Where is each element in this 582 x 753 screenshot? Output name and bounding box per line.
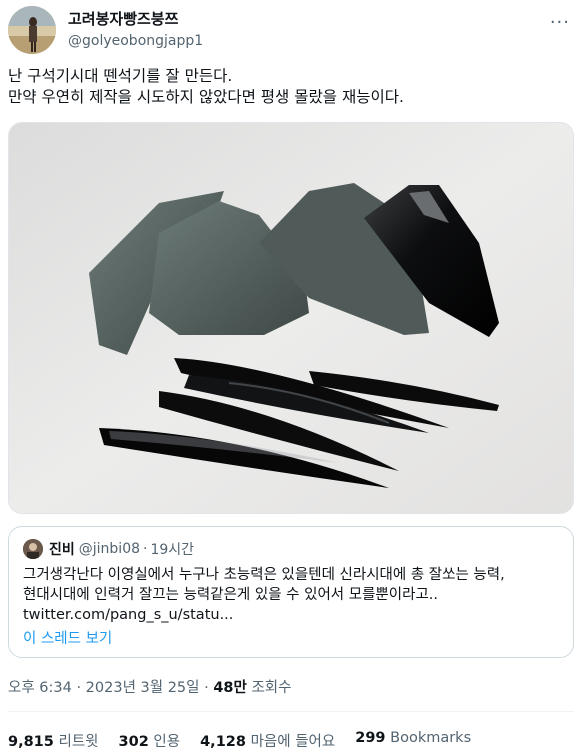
quotes-count: 302 [118, 734, 149, 750]
quote-separator: · [143, 541, 148, 557]
quote-text-line: 현대시대에 인력거 잘끄는 능력같은게 있을 수 있어서 모를뿐이라고.. [23, 587, 438, 603]
tweet-header: 고려봉자빵즈붕쯔 @golyeobongjapp1 ··· [8, 6, 574, 56]
tweet-text-line: 난 구석기시대 뗀석기를 잘 만든다. [8, 67, 233, 85]
quotes-label: 인용 [148, 734, 181, 750]
stone-tools-image [9, 123, 573, 513]
quotes-stat[interactable]: 302 인용 [119, 730, 181, 751]
retweets-label: 리트윗 [53, 734, 99, 750]
quote-avatar [23, 539, 43, 559]
quote-text-line: twitter.com/pang_s_u/statu... [23, 607, 234, 623]
quote-author-handle: @jinbi08 [78, 541, 141, 557]
likes-label: 마음에 들어요 [245, 734, 336, 750]
engagement-stats: 9,815 리트윗 302 인용 4,128 마음에 들어요 299 Bookm… [8, 730, 491, 751]
likes-stat[interactable]: 4,128 마음에 들어요 [200, 730, 335, 751]
tweet-timestamp: 오후 6:34 · 2023년 3월 25일 · 48만 조회수 [8, 676, 292, 697]
quote-tweet[interactable]: 진비 @jinbi08 · 19시간 그거생각난다 이영실에서 누구나 초능력은… [8, 526, 574, 658]
author-info: 고려봉자빵즈붕쯔 @golyeobongjapp1 [68, 9, 203, 51]
bookmarks-label: Bookmarks [385, 730, 472, 746]
author-handle[interactable]: @golyeobongjapp1 [68, 31, 203, 51]
timestamp-text[interactable]: 오후 6:34 · 2023년 3월 25일 · [8, 680, 213, 696]
tweet-photo[interactable] [8, 122, 574, 514]
tweet-text-line: 만약 우연히 제작을 시도하지 않았다면 평생 몰랐을 재능이다. [8, 88, 404, 106]
quote-time: 19시간 [150, 542, 195, 558]
retweets-count: 9,815 [8, 734, 54, 750]
quote-header: 진비 @jinbi08 · 19시간 [23, 539, 194, 559]
tweet-text: 난 구석기시대 뗀석기를 잘 만든다. 만약 우연히 제작을 시도하지 않았다면… [8, 66, 574, 108]
quote-author-name: 진비 [49, 542, 75, 558]
author-display-name[interactable]: 고려봉자빵즈붕쯔 [68, 9, 203, 29]
quote-text: 그거생각난다 이영실에서 누구나 초능력은 있을텐데 신라시대에 총 잘쏘는 능… [23, 565, 563, 625]
views-count: 48만 [213, 680, 247, 696]
avatar[interactable] [8, 6, 56, 54]
quote-text-line: 그거생각난다 이영실에서 누구나 초능력은 있을텐데 신라시대에 총 잘쏘는 능… [23, 567, 505, 583]
divider [8, 711, 574, 712]
retweets-stat[interactable]: 9,815 리트윗 [8, 730, 99, 751]
bookmarks-stat[interactable]: 299 Bookmarks [355, 730, 471, 751]
bookmarks-count: 299 [355, 730, 386, 746]
more-options-icon[interactable]: ··· [550, 12, 570, 33]
views-label: 조회수 [246, 680, 292, 696]
likes-count: 4,128 [200, 734, 246, 750]
show-thread-link[interactable]: 이 스레드 보기 [23, 627, 112, 648]
